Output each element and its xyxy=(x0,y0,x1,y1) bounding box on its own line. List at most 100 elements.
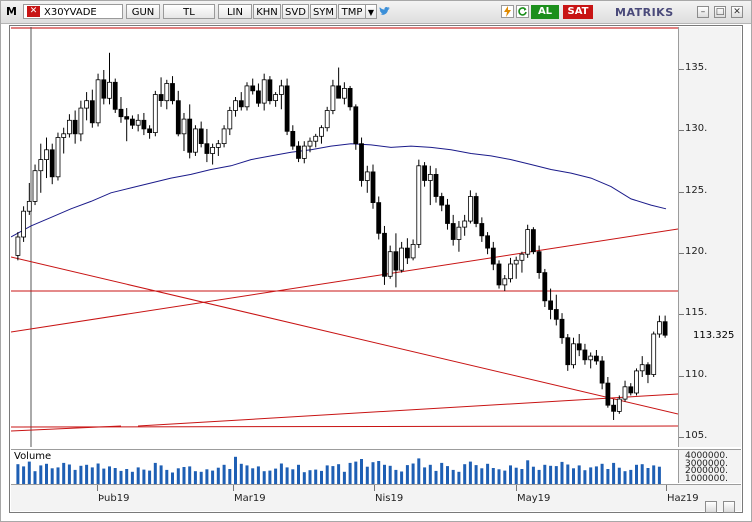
symbol-field[interactable]: ✕ X30YVADE xyxy=(23,4,123,19)
volume-bar xyxy=(537,469,541,484)
candle-body xyxy=(221,128,227,145)
candle xyxy=(301,141,307,164)
candle-body xyxy=(32,170,38,202)
candle xyxy=(416,159,422,249)
volume-bar xyxy=(216,467,220,484)
volume-bar xyxy=(251,468,255,484)
candle xyxy=(112,78,118,113)
lightning-icon[interactable] xyxy=(501,5,514,18)
candle xyxy=(490,241,496,271)
candle xyxy=(284,78,290,136)
volume-bar xyxy=(67,464,71,484)
time-axis[interactable]: Þub19 Mar19 Nis19 May19 Haz19 xyxy=(11,484,741,511)
time-tick xyxy=(233,485,234,491)
sym-button[interactable]: SYM xyxy=(310,4,337,19)
volume-bar xyxy=(549,465,553,484)
candle-body xyxy=(341,88,347,99)
tl-button[interactable]: TL xyxy=(163,4,215,19)
close-symbol-icon[interactable]: ✕ xyxy=(27,6,40,17)
volume-bar xyxy=(451,469,455,484)
lin-button[interactable]: LIN xyxy=(218,4,252,19)
candle xyxy=(273,92,279,107)
volume-bar xyxy=(337,464,341,484)
volume-bar xyxy=(463,464,467,484)
maximize-icon[interactable]: □ xyxy=(714,6,726,18)
candle-body xyxy=(324,110,330,129)
scroll-left-icon[interactable] xyxy=(705,501,717,513)
candle xyxy=(15,232,21,261)
volume-bar xyxy=(394,469,398,484)
candle-body xyxy=(393,251,399,271)
dropdown-arrow-icon[interactable]: ▼ xyxy=(365,4,377,19)
candle xyxy=(576,334,582,357)
rising-support-trendline xyxy=(137,393,678,427)
volume-bar xyxy=(526,460,530,484)
candle xyxy=(319,125,324,144)
price-panel[interactable] xyxy=(11,27,678,447)
svd-button[interactable]: SVD xyxy=(282,4,309,19)
candle xyxy=(616,395,622,414)
volume-bar xyxy=(348,462,352,484)
candle xyxy=(427,165,433,206)
time-tick xyxy=(97,485,98,491)
candle-body xyxy=(244,85,250,108)
volume-bar xyxy=(652,465,656,484)
tmp-button[interactable]: TMP xyxy=(338,4,366,19)
volume-bar xyxy=(285,467,289,484)
candle xyxy=(192,125,198,156)
sell-button[interactable]: SAT xyxy=(563,5,593,19)
candle-body xyxy=(519,253,525,261)
scroll-right-icon[interactable] xyxy=(723,501,735,513)
close-icon[interactable]: ✕ xyxy=(731,6,743,18)
candle xyxy=(364,165,370,193)
volume-bar xyxy=(136,467,140,484)
candle-body xyxy=(645,364,651,375)
candle-body xyxy=(261,79,267,104)
buy-button[interactable]: AL xyxy=(531,5,559,19)
candle xyxy=(255,83,261,107)
candle-body xyxy=(204,143,210,154)
price-axis[interactable]: 105. 110. 115. 120. 125. 130. 135. 113.325 xyxy=(678,27,741,447)
moving-average-line xyxy=(11,143,667,238)
candle xyxy=(336,67,342,99)
candle-body xyxy=(215,143,221,148)
candle-body xyxy=(175,100,181,135)
candle xyxy=(519,251,525,273)
candle-body xyxy=(450,223,456,240)
candle-body xyxy=(296,145,301,159)
candle-body xyxy=(319,127,324,137)
toolbar: M ✕ X30YVADE GUN TL LIN KHN SVD SYM TMP … xyxy=(1,1,751,24)
volume-bar xyxy=(657,466,661,484)
volume-bar xyxy=(228,469,232,484)
volume-bar xyxy=(457,471,461,484)
volume-bar xyxy=(400,471,404,484)
volume-bar xyxy=(262,471,266,484)
candle xyxy=(462,214,468,236)
minimize-icon[interactable]: – xyxy=(697,6,709,18)
candle-body xyxy=(124,116,130,120)
volume-bar xyxy=(480,468,484,484)
candle xyxy=(479,217,485,242)
candle-body xyxy=(622,386,628,400)
candle-body xyxy=(496,263,502,286)
khn-button[interactable]: KHN xyxy=(253,4,281,19)
volume-bar xyxy=(90,467,94,484)
candle-body xyxy=(95,79,101,124)
candle xyxy=(135,114,141,132)
candle-body xyxy=(456,226,462,240)
candle-body xyxy=(147,128,153,134)
volume-panel[interactable] xyxy=(11,449,678,484)
brand-logo: MATRIKS xyxy=(615,6,674,19)
refresh-icon[interactable] xyxy=(516,5,529,18)
candle xyxy=(107,52,112,105)
volume-bar xyxy=(22,466,26,484)
volume-bar xyxy=(468,461,472,484)
volume-bar xyxy=(474,465,478,484)
gun-button[interactable]: GUN xyxy=(126,4,160,19)
candle xyxy=(410,239,416,261)
candle-body xyxy=(548,300,553,310)
candle-body xyxy=(416,165,422,245)
twitter-icon[interactable] xyxy=(378,5,391,18)
menu-m-button[interactable]: M xyxy=(4,4,19,19)
candle xyxy=(605,377,611,408)
